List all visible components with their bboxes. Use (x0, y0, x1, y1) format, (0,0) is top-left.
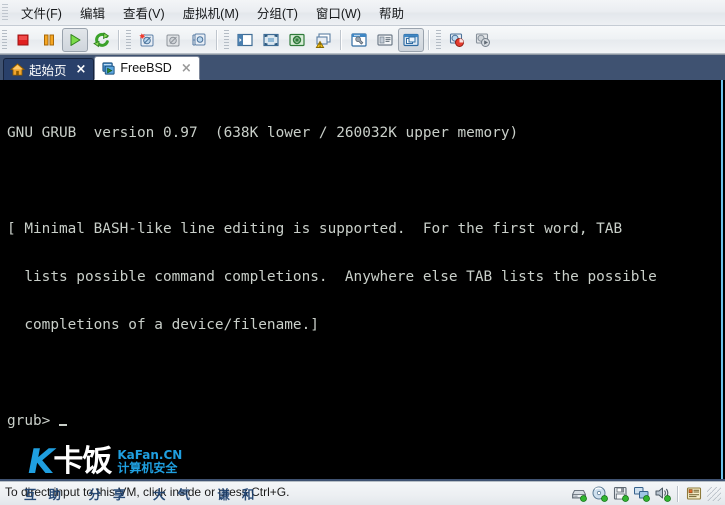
stop-square-icon (15, 32, 31, 48)
grub-cursor (58, 424, 67, 426)
reset-button[interactable] (88, 28, 114, 52)
toolbar-separator-1 (118, 29, 120, 50)
window-resize-grip[interactable] (707, 487, 721, 501)
menu-view[interactable]: 查看(V) (114, 0, 174, 26)
fullscreen-button[interactable] (258, 28, 284, 52)
toolbar-drag-handle-2[interactable] (126, 29, 131, 50)
fullscreen-corners-icon (262, 31, 280, 49)
vm-window-icon (101, 61, 116, 76)
grub-blank-line-2 (7, 365, 657, 381)
pause-bars-icon (41, 32, 57, 48)
status-device-icons (568, 484, 721, 504)
take-snapshot-button[interactable] (134, 28, 160, 52)
grub-blank-line-1 (7, 173, 657, 189)
status-message-log-icon[interactable] (684, 485, 703, 504)
snapshot-revert-icon (164, 31, 182, 49)
record-play-icon (474, 31, 492, 49)
reset-circular-arrows-icon (92, 31, 110, 48)
record-movie-button[interactable] (470, 28, 496, 52)
toolbar-drag-handle[interactable] (2, 29, 7, 50)
toolbar-drag-handle-3[interactable] (224, 29, 229, 50)
snapshot-new-icon (138, 31, 156, 49)
tab-freebsd-label: FreeBSD (120, 61, 172, 75)
unity-mode-icon (288, 31, 306, 49)
menu-vm[interactable]: 虚拟机(M) (174, 0, 248, 26)
wrench-settings-icon (350, 31, 368, 49)
status-cdrom-icon[interactable] (590, 485, 609, 504)
power-off-button[interactable] (10, 28, 36, 52)
menu-file[interactable]: 文件(F) (12, 0, 71, 26)
grub-prompt-label: grub> (7, 413, 59, 429)
console-view-button[interactable] (398, 27, 424, 52)
menu-help[interactable]: 帮助 (370, 0, 413, 26)
vm-tab-bar: 起始页 × FreeBSD × (0, 54, 725, 80)
tab-freebsd-close-icon[interactable]: × (179, 62, 194, 75)
grub-help-line-1: [ Minimal BASH-like line editing is supp… (7, 221, 623, 237)
unity-mode-button[interactable] (284, 28, 310, 52)
capture-screen-button[interactable] (444, 28, 470, 52)
play-triangle-icon (67, 32, 83, 48)
vm-summary-button[interactable] (372, 28, 398, 52)
grub-help-line-3: completions of a device/filename.] (7, 317, 319, 333)
power-on-button[interactable] (62, 27, 88, 52)
tab-freebsd[interactable]: FreeBSD × (94, 56, 200, 80)
vm-settings-button[interactable] (346, 28, 372, 52)
quick-switch-warning-icon (314, 31, 332, 49)
menu-team[interactable]: 分组(T) (248, 0, 307, 26)
toolbar-drag-handle-4[interactable] (436, 29, 441, 50)
menu-window[interactable]: 窗口(W) (307, 0, 370, 26)
main-toolbar (0, 26, 725, 54)
watermark-tagline: 计算机安全 (117, 461, 178, 475)
summary-page-icon (376, 31, 394, 49)
grub-console-output: GNU GRUB version 0.97 (638K lower / 2600… (7, 93, 657, 461)
menu-bar: 文件(F) 编辑 查看(V) 虚拟机(M) 分组(T) 窗口(W) 帮助 (0, 0, 725, 26)
capture-pie-icon (448, 31, 466, 49)
home-house-icon (10, 62, 25, 77)
show-sidebar-button[interactable] (232, 28, 258, 52)
menu-edit[interactable]: 编辑 (71, 0, 114, 26)
suspend-button[interactable] (36, 28, 62, 52)
status-message: To direct input to this VM, click inside… (5, 485, 290, 499)
tab-home-close-icon[interactable]: × (74, 63, 89, 76)
status-separator (677, 486, 679, 502)
menubar-drag-handle[interactable] (2, 3, 8, 22)
toolbar-separator-2 (216, 29, 218, 50)
console-screen-icon (402, 31, 420, 49)
snapshot-manager-icon (190, 31, 208, 49)
snapshot-manager-button[interactable] (186, 28, 212, 52)
tab-home[interactable]: 起始页 × (3, 58, 95, 80)
status-harddisk-icon[interactable] (569, 485, 588, 504)
vmware-workstation-window: 文件(F) 编辑 查看(V) 虚拟机(M) 分组(T) 窗口(W) 帮助 起始页… (0, 0, 725, 505)
grub-version-line: GNU GRUB version 0.97 (638K lower / 2600… (7, 125, 519, 141)
console-right-edge-line (721, 80, 723, 481)
sidebar-panel-icon (236, 31, 254, 49)
toolbar-separator-3 (340, 29, 342, 50)
grub-prompt-line: grub> (7, 413, 657, 429)
status-network-icon[interactable] (632, 485, 651, 504)
status-bar: To direct input to this VM, click inside… (0, 481, 725, 505)
tab-home-label: 起始页 (29, 64, 67, 78)
toolbar-separator-4 (428, 29, 430, 50)
grub-help-line-2: lists possible command completions. Anyw… (7, 269, 657, 285)
revert-snapshot-button[interactable] (160, 28, 186, 52)
status-floppy-icon[interactable] (611, 485, 630, 504)
vm-console-screen[interactable]: GNU GRUB version 0.97 (638K lower / 2600… (0, 80, 725, 481)
status-sound-icon[interactable] (653, 485, 672, 504)
quick-switch-button[interactable] (310, 28, 336, 52)
